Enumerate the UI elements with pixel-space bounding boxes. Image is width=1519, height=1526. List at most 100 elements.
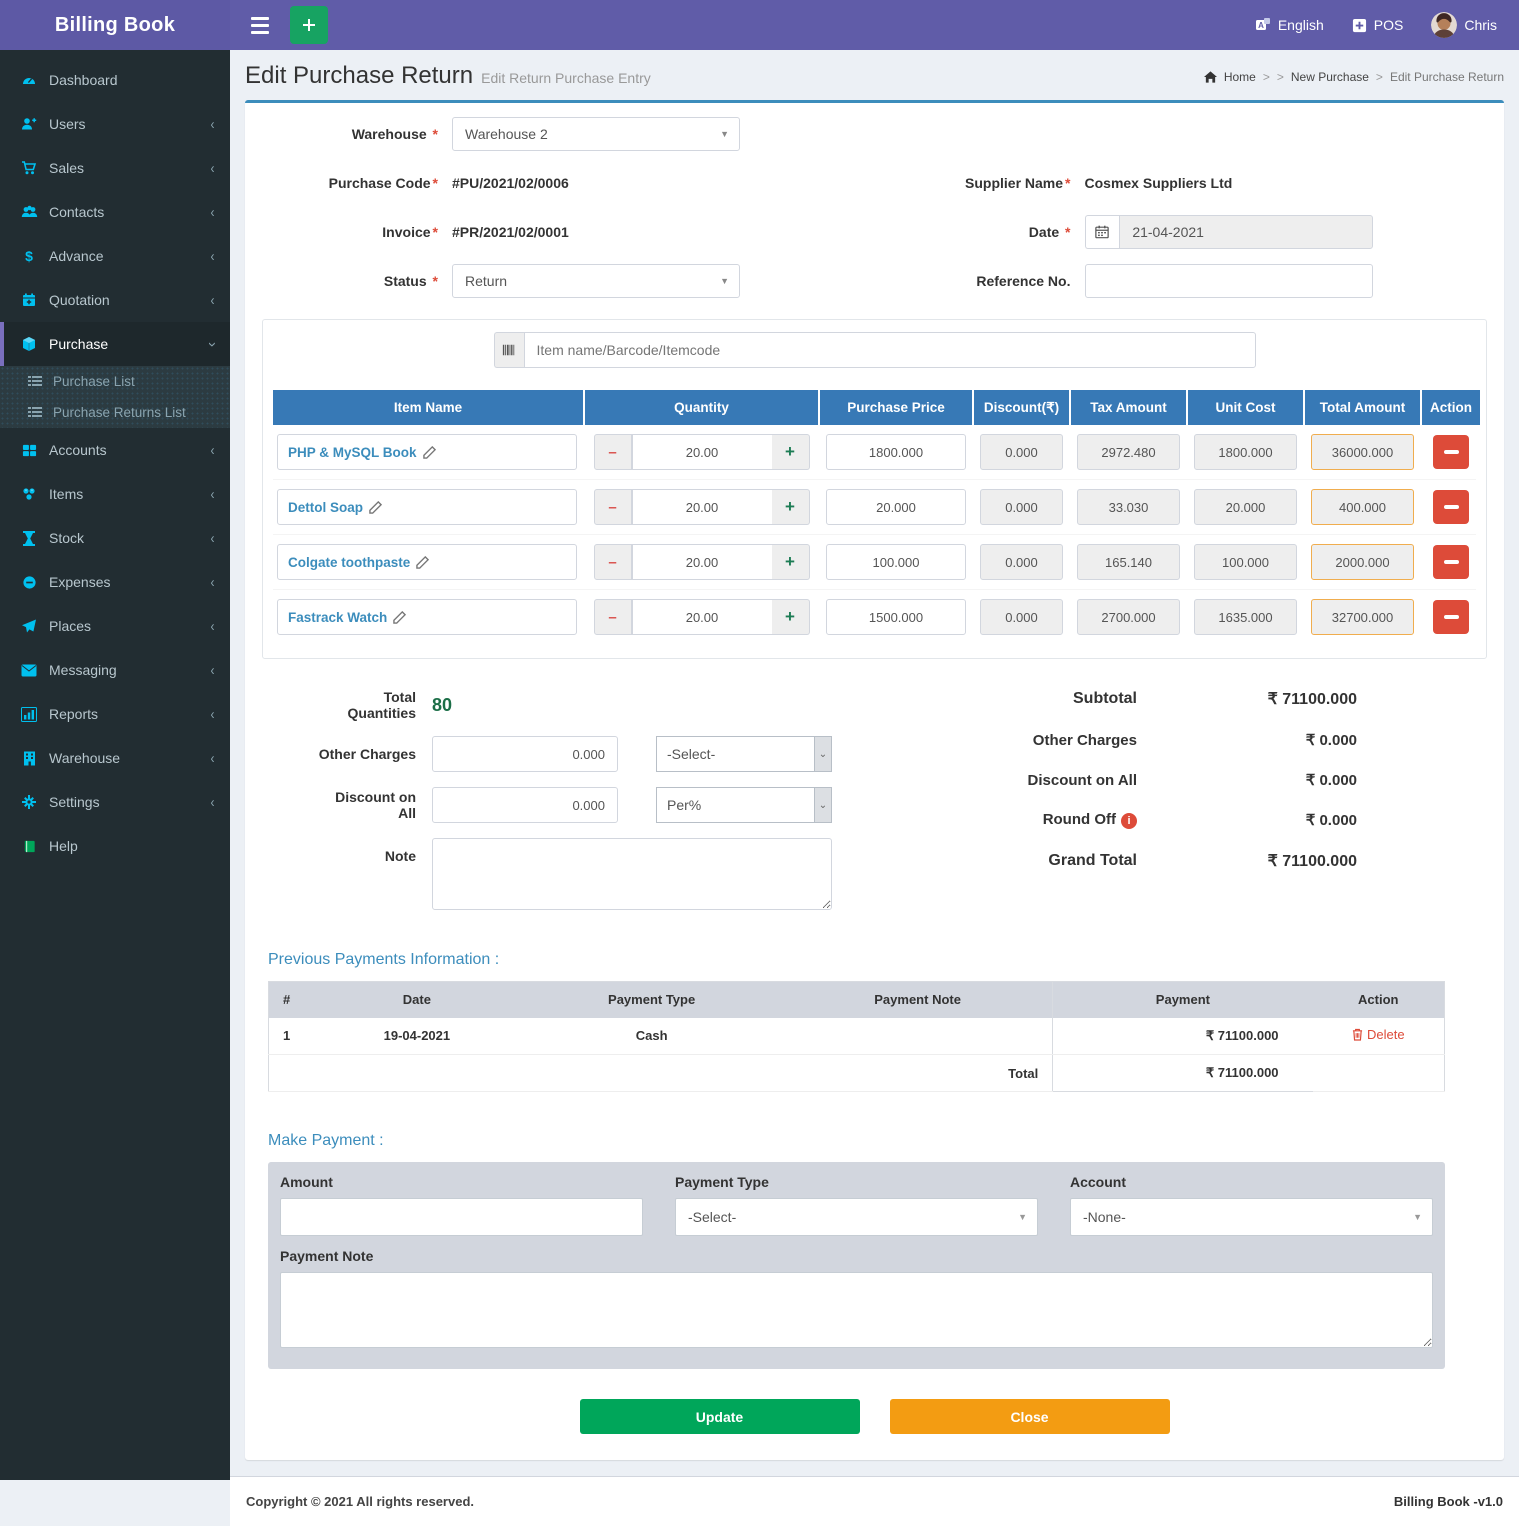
top-navbar: Billing Book A English POS	[0, 0, 1519, 50]
remove-item-button[interactable]	[1433, 490, 1469, 524]
update-button[interactable]: Update	[580, 1399, 860, 1434]
purchase-price-input[interactable]	[826, 599, 966, 635]
pos-label: POS	[1374, 17, 1404, 33]
caret-down-icon: ▼	[1413, 1212, 1422, 1222]
discount-on-all-input[interactable]	[432, 787, 618, 823]
edit-icon	[416, 556, 429, 569]
date-input[interactable]	[1119, 215, 1372, 249]
tax-amount-input	[1077, 544, 1180, 580]
total-amount-input	[1311, 544, 1414, 580]
status-select[interactable]: Return ▼	[452, 264, 740, 298]
sidebar-item-users[interactable]: Users ‹	[0, 102, 230, 146]
qty-increment-button[interactable]: +	[772, 489, 810, 525]
language-menu[interactable]: A English	[1255, 17, 1324, 33]
discount-input	[980, 599, 1063, 635]
sidebar-toggle-icon[interactable]	[240, 0, 280, 50]
sidebar-item-advance[interactable]: $ Advance ‹	[0, 234, 230, 278]
edit-purchase-return-card: Warehouse * Warehouse 2 ▼ Purchase Code*…	[245, 100, 1504, 1460]
amount-input[interactable]	[280, 1198, 643, 1236]
sidebar-item-accounts[interactable]: Accounts ‹	[0, 428, 230, 472]
purchase-price-input[interactable]	[826, 489, 966, 525]
payment-row: 1 19-04-2021 Cash ₹ 71100.000 Delete	[269, 1018, 1445, 1055]
sidebar-item-contacts[interactable]: Contacts ‹	[0, 190, 230, 234]
caret-down-icon: ▼	[720, 276, 729, 286]
sidebar-item-help[interactable]: Help	[0, 824, 230, 868]
item-search-input[interactable]	[524, 332, 1256, 368]
other-charges-select[interactable]: -Select- ⌄	[656, 736, 832, 772]
item-name-link[interactable]: Fastrack Watch	[277, 599, 577, 635]
pos-menu[interactable]: POS	[1352, 17, 1404, 33]
qty-input[interactable]	[632, 434, 772, 470]
amount-label: Amount	[280, 1174, 643, 1190]
unit-cost-input	[1194, 489, 1297, 525]
unit-cost-input	[1194, 544, 1297, 580]
close-button[interactable]: Close	[890, 1399, 1170, 1434]
total-amount-input	[1311, 434, 1414, 470]
sidebar-item-reports[interactable]: Reports ‹	[0, 692, 230, 736]
delete-payment-button[interactable]: Delete	[1352, 1027, 1405, 1042]
payment-type-select[interactable]: -Select- ▼	[675, 1198, 1038, 1236]
sidebar-item-messaging[interactable]: Messaging ‹	[0, 648, 230, 692]
qty-input[interactable]	[632, 599, 772, 635]
list-icon	[26, 407, 44, 419]
sidebar-item-purchase-list[interactable]: Purchase List	[0, 366, 230, 397]
sidebar-item-sales[interactable]: Sales ‹	[0, 146, 230, 190]
item-row: PHP & MySQL Book – +	[273, 434, 1476, 480]
quick-add-button[interactable]	[290, 6, 328, 44]
remove-item-button[interactable]	[1433, 600, 1469, 634]
qty-increment-button[interactable]: +	[772, 599, 810, 635]
account-select[interactable]: -None- ▼	[1070, 1198, 1433, 1236]
dollar-icon: $	[20, 248, 38, 264]
warehouse-select[interactable]: Warehouse 2 ▼	[452, 117, 740, 151]
other-charges-input[interactable]	[432, 736, 618, 772]
sidebar-item-dashboard[interactable]: Dashboard	[0, 58, 230, 102]
sidebar-item-purchase-returns-list[interactable]: Purchase Returns List	[0, 397, 230, 428]
item-row: Colgate toothpaste – +	[273, 544, 1476, 590]
sidebar-item-purchase[interactable]: Purchase ›	[0, 322, 230, 366]
chevron-left-icon: ‹	[211, 574, 215, 591]
purchase-code-value: #PU/2021/02/0006	[452, 175, 569, 191]
note-textarea[interactable]	[432, 838, 832, 910]
sidebar-item-stock[interactable]: Stock ‹	[0, 516, 230, 560]
payment-note-textarea[interactable]	[280, 1272, 1433, 1348]
remove-item-button[interactable]	[1433, 545, 1469, 579]
items-table-header: Item Name Quantity Purchase Price Discou…	[273, 390, 1476, 425]
user-menu[interactable]: Chris	[1431, 12, 1497, 38]
sidebar-item-expenses[interactable]: Expenses ‹	[0, 560, 230, 604]
other-charges-total-value: ₹ 0.000	[1137, 731, 1357, 749]
sidebar-item-settings[interactable]: Settings ‹	[0, 780, 230, 824]
purchase-submenu: Purchase List Purchase Returns List	[0, 366, 230, 428]
breadcrumb-new-purchase[interactable]: New Purchase	[1291, 70, 1369, 84]
subtotal-value: ₹ 71100.000	[1137, 689, 1357, 709]
purchase-price-input[interactable]	[826, 544, 966, 580]
remove-item-button[interactable]	[1433, 435, 1469, 469]
info-icon[interactable]: i	[1121, 813, 1137, 829]
language-label: English	[1278, 17, 1324, 33]
qty-decrement-button[interactable]: –	[594, 544, 632, 580]
qty-decrement-button[interactable]: –	[594, 434, 632, 470]
page-subtitle: Edit Return Purchase Entry	[481, 70, 651, 86]
qty-decrement-button[interactable]: –	[594, 489, 632, 525]
qty-increment-button[interactable]: +	[772, 544, 810, 580]
sidebar-item-places[interactable]: Places ‹	[0, 604, 230, 648]
chevron-left-icon: ‹	[211, 486, 215, 503]
app-logo[interactable]: Billing Book	[0, 0, 230, 50]
unit-cost-input	[1194, 599, 1297, 635]
qty-increment-button[interactable]: +	[772, 434, 810, 470]
item-name-link[interactable]: Dettol Soap	[277, 489, 577, 525]
qty-input[interactable]	[632, 489, 772, 525]
discount-type-select[interactable]: Per% ⌄	[656, 787, 832, 823]
item-name-link[interactable]: Colgate toothpaste	[277, 544, 577, 580]
qty-decrement-button[interactable]: –	[594, 599, 632, 635]
item-name-link[interactable]: PHP & MySQL Book	[277, 434, 577, 470]
sidebar-item-items[interactable]: Items ‹	[0, 472, 230, 516]
qty-input[interactable]	[632, 544, 772, 580]
sidebar-item-quotation[interactable]: Quotation ‹	[0, 278, 230, 322]
sidebar-item-warehouse[interactable]: Warehouse ‹	[0, 736, 230, 780]
other-charges-total-label: Other Charges	[1033, 732, 1137, 749]
date-label: Date *	[895, 224, 1085, 240]
reference-input[interactable]	[1085, 264, 1373, 298]
item-row: Dettol Soap – +	[273, 489, 1476, 535]
purchase-price-input[interactable]	[826, 434, 966, 470]
breadcrumb-home[interactable]: Home	[1224, 70, 1256, 84]
